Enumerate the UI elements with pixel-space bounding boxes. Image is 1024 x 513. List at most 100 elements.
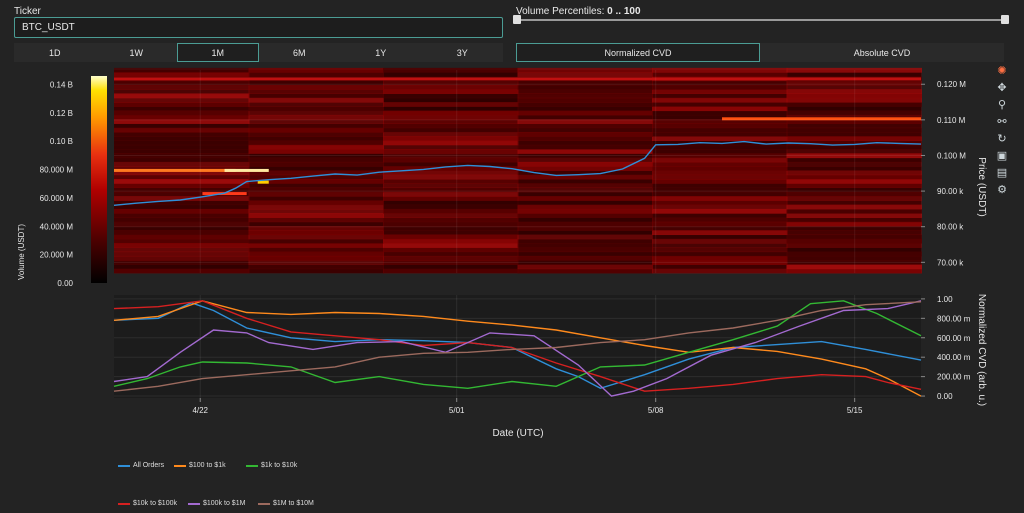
heatmap-cell bbox=[248, 157, 384, 163]
legend-item[interactable]: $100k to $1M bbox=[188, 500, 245, 507]
heatmap-cell bbox=[114, 72, 250, 77]
cvd-tick-label: 600.00 m bbox=[937, 334, 971, 343]
heatmap-cell bbox=[652, 238, 788, 244]
heatmap-cell bbox=[383, 208, 519, 214]
heatmap-cell bbox=[517, 114, 653, 120]
chart-canvas: 70.00 k 80.00 k 90.00 k 0.100 M 0.110 M 0.120… bbox=[17, 67, 987, 439]
heatmap-cell bbox=[114, 251, 250, 257]
heatmap-cell bbox=[224, 168, 269, 172]
heatmap-cell bbox=[517, 140, 653, 146]
heatmap-cell bbox=[652, 191, 788, 197]
heatmap-cell bbox=[383, 268, 519, 274]
heatmap-cell bbox=[248, 230, 384, 236]
heatmap-cell bbox=[517, 110, 653, 116]
heatmap-cell bbox=[114, 208, 250, 214]
legend-item[interactable]: $100 to $1k bbox=[174, 462, 226, 469]
heatmap-cell bbox=[248, 243, 384, 248]
heatmap-cell bbox=[114, 217, 250, 223]
heatmap-cell bbox=[652, 208, 788, 214]
heatmap-cell bbox=[652, 127, 788, 133]
date-tick-label: 5/08 bbox=[648, 406, 664, 415]
heatmap-cell bbox=[248, 67, 384, 73]
heatmap-cell bbox=[114, 221, 250, 227]
heatmap-cell bbox=[114, 174, 250, 180]
cvd-legend: All Orders $100 to $1k $1k to $10k $10k to … bbox=[118, 456, 418, 511]
heatmap-cell bbox=[652, 264, 788, 270]
heatmap-cell bbox=[383, 255, 519, 261]
price-tick-label: 0.120 M bbox=[937, 80, 966, 89]
date-axis-ticks: 4/22 5/01 5/08 5/15 bbox=[192, 398, 863, 415]
heatmap-cell bbox=[383, 183, 519, 189]
heatmap-cell bbox=[248, 161, 384, 167]
heatmap-cell bbox=[517, 268, 653, 274]
heatmap-cell bbox=[248, 217, 384, 223]
legend-swatch bbox=[118, 502, 130, 505]
heatmap-cell bbox=[383, 217, 519, 223]
heatmap-cell bbox=[652, 144, 788, 150]
legend-label: All Orders bbox=[133, 462, 165, 469]
heatmap-cell bbox=[652, 230, 788, 236]
heatmap-cell bbox=[114, 268, 250, 274]
colorbar-tick-label: 80.000 M bbox=[40, 166, 74, 175]
heatmap-cell bbox=[517, 174, 653, 180]
heatmap-cell bbox=[517, 102, 653, 107]
heatmap-cell bbox=[383, 247, 519, 253]
heatmap-cell bbox=[517, 149, 653, 154]
legend-swatch bbox=[174, 464, 186, 467]
heatmap-cell bbox=[114, 161, 250, 167]
heatmap-cell bbox=[383, 102, 519, 107]
colorbar-tick-label: 0.00 bbox=[57, 279, 73, 288]
heatmap-cell bbox=[114, 204, 250, 210]
heatmap-cell bbox=[383, 196, 519, 201]
heatmap-cell bbox=[383, 238, 519, 244]
legend-label: $100k to $1M bbox=[203, 500, 246, 507]
heatmap-cell bbox=[114, 144, 250, 150]
heatmap-cell bbox=[652, 170, 788, 176]
heatmap-cell bbox=[517, 247, 653, 253]
date-tick-label: 4/22 bbox=[192, 406, 208, 415]
heatmap-cell bbox=[517, 72, 653, 77]
heatmap-cell bbox=[248, 93, 384, 99]
heatmap-cell bbox=[248, 149, 384, 154]
legend-label: $1k to $10k bbox=[261, 462, 298, 469]
legend-item[interactable]: $1k to $10k bbox=[246, 462, 297, 469]
heatmap-cell bbox=[517, 97, 653, 103]
heatmap-cell bbox=[652, 93, 788, 99]
legend-item[interactable]: All Orders bbox=[118, 462, 164, 469]
heatmap-cells bbox=[114, 67, 922, 274]
heatmap-cell bbox=[114, 183, 250, 189]
heatmap-cell bbox=[652, 174, 788, 180]
heatmap-cell bbox=[517, 204, 653, 210]
legend-item[interactable]: $10k to $100k bbox=[118, 500, 177, 507]
heatmap-cell bbox=[383, 251, 519, 257]
heatmap-cell bbox=[248, 110, 384, 116]
heatmap-cell bbox=[114, 93, 250, 99]
heatmap-cell bbox=[114, 127, 250, 133]
colorbar-ticks: 0.00 20.000 M 40.000 M 60.000 M 80.000 M 0.10… bbox=[40, 81, 74, 288]
heatmap-cell bbox=[517, 243, 653, 248]
heatmap-cell bbox=[517, 238, 653, 244]
heatmap-cell bbox=[652, 97, 788, 103]
price-tick-label: 80.00 k bbox=[937, 223, 964, 232]
heatmap-cell bbox=[517, 136, 653, 142]
legend-item[interactable]: $1M to $10M bbox=[258, 500, 314, 507]
heatmap-cell bbox=[248, 247, 384, 253]
heatmap-cell bbox=[114, 149, 250, 154]
heatmap-cell bbox=[248, 136, 384, 142]
heatmap-cell bbox=[517, 131, 653, 137]
heatmap-cell bbox=[114, 247, 250, 253]
heatmap-cell bbox=[652, 196, 788, 201]
heatmap-cell bbox=[652, 84, 788, 90]
heatmap-cell bbox=[652, 204, 788, 210]
heatmap-cell bbox=[517, 200, 653, 206]
colorbar-tick-label: 40.000 M bbox=[40, 222, 74, 231]
price-tick-label: 70.00 k bbox=[937, 258, 964, 267]
heatmap-cell bbox=[517, 89, 653, 95]
heatmap-cell bbox=[383, 149, 519, 154]
heatmap-cell bbox=[248, 268, 384, 274]
heatmap-cell bbox=[114, 89, 250, 95]
cvd-axis-ticks: 0.00 200.00 m 400.00 m 600.00 m 800.00 m 1.00 bbox=[921, 295, 971, 401]
heatmap-cell bbox=[383, 127, 519, 133]
heatmap-cell bbox=[114, 238, 250, 244]
heatmap-cell bbox=[248, 251, 384, 257]
